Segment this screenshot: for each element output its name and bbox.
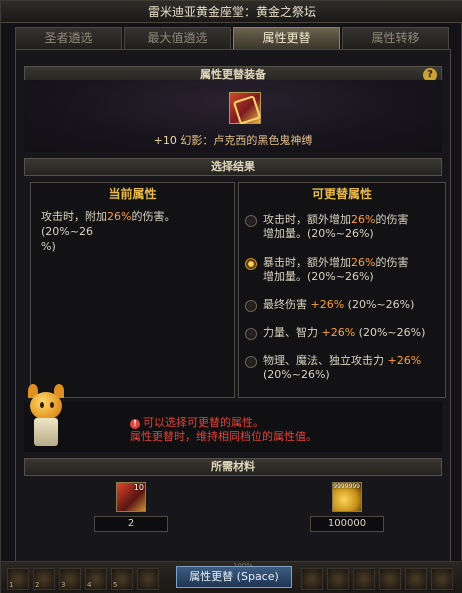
attribute-replace-button[interactable]: 属性更替 (Space) (176, 566, 292, 588)
hotbar-slot[interactable]: 4 (85, 568, 107, 590)
result-section-title: 选择结果 (211, 160, 255, 173)
hotbar-slot[interactable]: 2 (33, 568, 55, 590)
notice-line-2: 属性更替时，维持相同档位的属性值。 (130, 430, 317, 444)
equip-name: +10 幻影：卢克西的黑色鬼神缚 (24, 132, 442, 148)
option-final-damage[interactable]: 最终伤害 +26% (20%~26%) (245, 298, 441, 312)
result-section-header: 选择结果 (24, 158, 442, 176)
option-attack-damage[interactable]: 攻击时，额外增加26%的伤害 增加量。(20%~26%) (245, 213, 441, 241)
content-panel: 属性更替装备 ? +10 幻影：卢克西的黑色鬼神缚 选择结果 当前属性 攻击时，… (15, 49, 451, 581)
replaceable-attribute-panel: 可更替属性 攻击时，额外增加26%的伤害 增加量。(20%~26%) 暴击时，额… (238, 182, 446, 398)
current-attr-prefix: 攻击时，附加 (41, 210, 107, 223)
tab-saint-selection[interactable]: 圣者遴选 (15, 27, 122, 49)
hotbar-slot[interactable] (301, 568, 323, 590)
current-attribute-title: 当前属性 (108, 187, 157, 201)
option-attack-power[interactable]: 物理、魔法、独立攻击力 +26% (20%~26%) (245, 354, 441, 382)
tab-max-value-selection[interactable]: 最大值遴选 (124, 27, 231, 49)
notice-text-2: 属性更替时，维持相同档位的属性值。 (130, 430, 317, 443)
current-attr-range-end: %) (41, 240, 56, 253)
material-count-1: 2 (94, 516, 168, 532)
material-badge: 9999999 (333, 483, 360, 490)
hotbar-slot[interactable]: 3 (59, 568, 81, 590)
option-text: 攻击时，额外增加26%的伤害 增加量。(20%~26%) (263, 213, 409, 240)
mascot-scroll (34, 418, 58, 446)
radio-button[interactable] (245, 328, 257, 340)
mascot-head (30, 392, 62, 420)
hotbar-slot[interactable] (137, 568, 159, 590)
radio-button[interactable] (245, 356, 257, 368)
equipment-icon[interactable] (229, 92, 261, 124)
hotbar-slot[interactable] (379, 568, 401, 590)
current-attribute-text: 攻击时，附加26%的伤害。(20%~26 %) (31, 205, 234, 258)
option-text: 力量、智力 +26% (20%~26%) (263, 326, 426, 339)
radio-button-checked[interactable] (245, 258, 257, 270)
material-badge: 10 (133, 483, 144, 492)
option-text: 暴击时，额外增加26%的伤害 增加量。(20%~26%) (263, 256, 409, 283)
option-crit-damage[interactable]: 暴击时，额外增加26%的伤害 增加量。(20%~26%) (245, 256, 441, 284)
replaceable-attribute-title: 可更替属性 (311, 187, 372, 201)
hotbar-slot[interactable] (405, 568, 427, 590)
hotbar-slot[interactable] (327, 568, 349, 590)
option-text: 物理、魔法、独立攻击力 +26% (20%~26%) (263, 354, 422, 381)
window-title: 雷米迪亚黄金座堂：黄金之祭坛 (1, 1, 462, 23)
tab-attribute-transfer[interactable]: 属性转移 (342, 27, 449, 49)
option-text: 最终伤害 +26% (20%~26%) (263, 298, 415, 311)
material-count-2: 100000 (310, 516, 384, 532)
mascot-eye (50, 402, 54, 408)
current-attribute-panel: 当前属性 攻击时，附加26%的伤害。(20%~26 %) (30, 182, 235, 398)
hotbar-slot[interactable] (353, 568, 375, 590)
notice-box: ! 可以选择可更替的属性。 属性更替时，维持相同档位的属性值。 (24, 402, 442, 452)
equip-upgrade-level: +10 (153, 134, 177, 147)
radio-button[interactable] (245, 215, 257, 227)
mascot-guide-image (24, 384, 68, 448)
warning-icon: ! (130, 419, 140, 429)
hotbar-slot[interactable]: 5 (111, 568, 133, 590)
equipment-material-icon[interactable]: 10 (116, 482, 146, 512)
equip-slot-area: +10 幻影：卢克西的黑色鬼神缚 (24, 80, 442, 152)
tab-bar: 圣者遴选 最大值遴选 属性更替 属性转移 (15, 27, 449, 49)
window: 雷米迪亚黄金座堂：黄金之祭坛 圣者遴选 最大值遴选 属性更替 属性转移 属性更替… (0, 0, 462, 593)
materials-section-header: 所需材料 (24, 458, 442, 476)
hotbar-slot[interactable]: 1 (7, 568, 29, 590)
hotbar-slot[interactable] (431, 568, 453, 590)
tab-attribute-replace[interactable]: 属性更替 (233, 27, 340, 49)
radio-button[interactable] (245, 300, 257, 312)
option-str-int[interactable]: 力量、智力 +26% (20%~26%) (245, 326, 441, 340)
materials-section-title: 所需材料 (211, 460, 255, 473)
equip-item-name: 幻影：卢克西的黑色鬼神缚 (180, 134, 313, 147)
gold-coin-icon[interactable]: 9999999 (332, 482, 362, 512)
notice-text-1: 可以选择可更替的属性。 (143, 416, 264, 429)
mascot-eye (40, 402, 44, 408)
current-attr-percent: 26% (107, 210, 132, 223)
notice-line-1: ! 可以选择可更替的属性。 (130, 416, 264, 430)
